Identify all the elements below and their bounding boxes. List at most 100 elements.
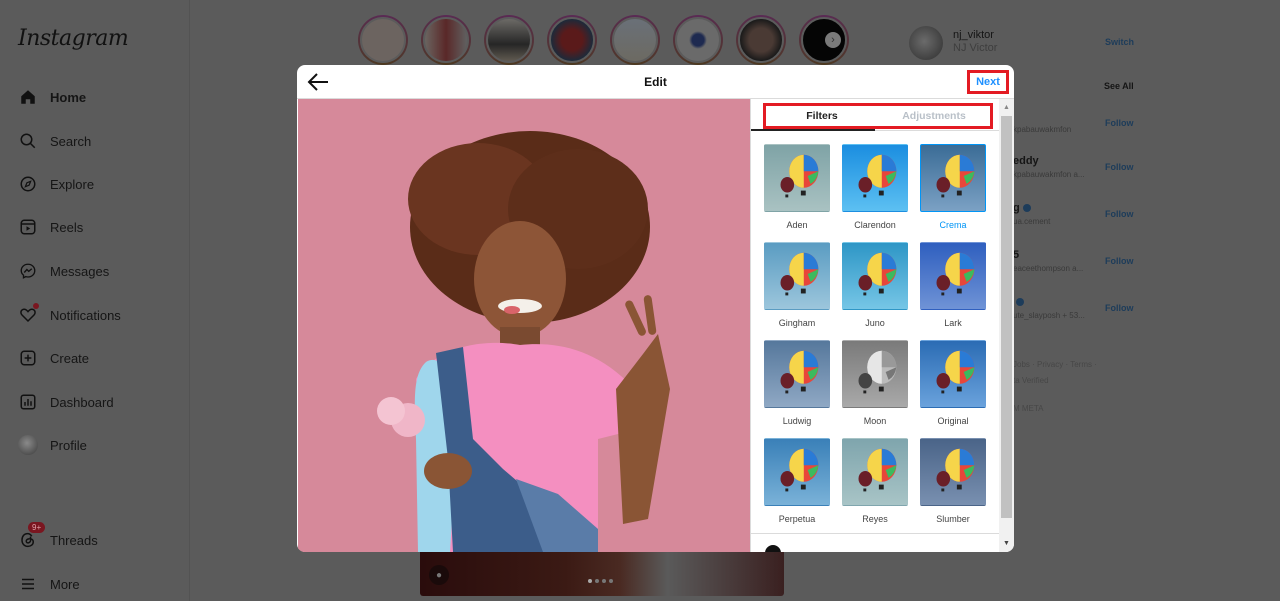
tab-filters[interactable]: Filters	[766, 106, 878, 126]
filter-option-gingham[interactable]: Gingham	[764, 242, 830, 340]
follow-button[interactable]: Follow	[1105, 303, 1134, 313]
sidebar-item-dashboard[interactable]: Dashboard	[18, 390, 114, 414]
avatar-icon	[18, 435, 38, 455]
story-avatar[interactable]	[673, 15, 723, 65]
filter-thumbnail	[842, 242, 908, 310]
footer-links[interactable]: Jobs · Privacy · Terms ·	[1013, 360, 1097, 369]
story-avatar[interactable]	[736, 15, 786, 65]
filter-strength-slider[interactable]	[765, 545, 781, 552]
notification-dot	[33, 303, 39, 309]
scroll-up-arrow-icon[interactable]: ▲	[1002, 103, 1011, 112]
story-avatar[interactable]	[484, 15, 534, 65]
sidebar-item-threads[interactable]: 9+ Threads	[18, 522, 98, 552]
filter-thumbnail	[920, 438, 986, 506]
messenger-icon	[18, 261, 38, 281]
filter-label: Perpetua	[778, 514, 816, 524]
user-tag-icon[interactable]: ●	[429, 565, 449, 585]
sidebar-item-label: Search	[50, 133, 92, 149]
filter-option-crema[interactable]: Crema	[920, 144, 986, 242]
sidebar-item-explore[interactable]: Explore	[18, 172, 94, 196]
filter-label: Moon	[863, 416, 887, 426]
sidebar-item-label: Notifications	[50, 307, 121, 323]
home-icon	[18, 87, 38, 107]
suggestion-name[interactable]: eddy	[1013, 155, 1039, 167]
filter-label: Clarendon	[854, 220, 896, 230]
filter-option-juno[interactable]: Juno	[842, 242, 908, 340]
sidebar-item-label: Create	[50, 350, 90, 366]
current-full-name: NJ Victor	[953, 42, 998, 54]
filter-option-moon[interactable]: Moon	[842, 340, 908, 438]
switch-account-link[interactable]: Switch	[1105, 37, 1134, 47]
follow-button[interactable]: Follow	[1105, 162, 1134, 172]
suggestion-subtitle: kpabauwakmfon	[1013, 125, 1072, 134]
filter-thumbnail	[842, 438, 908, 506]
filter-option-reyes[interactable]: Reyes	[842, 438, 908, 536]
follow-button[interactable]: Follow	[1105, 209, 1134, 219]
hot-air-balloon-image	[780, 252, 819, 296]
filter-option-lark[interactable]: Lark	[920, 242, 986, 340]
sidebar-item-search[interactable]: Search	[18, 129, 91, 153]
scrollbar-thumb[interactable]	[1001, 116, 1012, 518]
filter-option-original[interactable]: Original	[920, 340, 986, 438]
hot-air-balloon-image	[780, 350, 819, 394]
scrollbar[interactable]: ▲ ▼	[999, 99, 1014, 552]
filter-label: Ludwig	[782, 416, 812, 426]
filter-option-slumber[interactable]: Slumber	[920, 438, 986, 536]
edit-modal: Edit Next Filters Adjustments Aden Clare…	[297, 65, 1014, 552]
current-username[interactable]: nj_viktor	[953, 29, 994, 41]
sidebar-item-label: Home	[50, 89, 87, 105]
hot-air-balloon-image	[936, 350, 975, 394]
sidebar-item-messages[interactable]: Messages	[18, 259, 109, 283]
sidebar-item-reels[interactable]: Reels	[18, 215, 83, 239]
story-avatar[interactable]	[421, 15, 471, 65]
feed-post-image: ●	[420, 552, 784, 596]
filter-thumbnail	[920, 340, 986, 408]
sidebar-item-more[interactable]: More	[18, 572, 80, 596]
sidebar-item-label: Threads	[50, 532, 98, 548]
chevron-right-icon[interactable]: ›	[825, 32, 841, 48]
story-avatar[interactable]	[547, 15, 597, 65]
filter-option-aden[interactable]: Aden	[764, 144, 830, 242]
filter-thumbnail	[764, 242, 830, 310]
sidebar-item-notifications[interactable]: Notifications	[18, 303, 121, 327]
stories-bar: ›	[358, 15, 849, 65]
verified-badge-icon	[1016, 298, 1024, 307]
sidebar-item-label: Dashboard	[50, 394, 114, 410]
next-button[interactable]: Next	[967, 70, 1009, 94]
suggestion-subtitle: ua.cement	[1013, 217, 1051, 226]
tab-adjustments[interactable]: Adjustments	[878, 106, 990, 126]
hot-air-balloon-image	[936, 252, 975, 296]
suggestion-name[interactable]: g	[1013, 202, 1020, 214]
verified-badge-icon	[1022, 204, 1031, 213]
see-all-link[interactable]: See All	[1104, 81, 1134, 91]
story-avatar[interactable]	[610, 15, 660, 65]
follow-button[interactable]: Follow	[1105, 256, 1134, 266]
scroll-down-arrow-icon[interactable]: ▼	[1002, 539, 1011, 548]
filter-thumbnail	[764, 438, 830, 506]
search-icon	[18, 131, 38, 151]
filter-label: Aden	[786, 220, 808, 230]
hot-air-balloon-image	[858, 350, 897, 394]
follow-button[interactable]: Follow	[1105, 118, 1134, 128]
sidebar-item-home[interactable]: Home	[18, 85, 86, 109]
sidebar-item-create[interactable]: Create	[18, 346, 89, 370]
suggestion-subtitle: ute_slayposh + 53...	[1013, 311, 1085, 320]
filter-grid: Aden Clarendon Crema Gingham Juno Lark Ludwig M…	[764, 144, 986, 536]
hot-air-balloon-image	[858, 252, 897, 296]
photo-preview	[298, 99, 750, 552]
filter-label: Lark	[944, 318, 962, 328]
active-tab-indicator	[751, 129, 875, 131]
menu-icon	[18, 574, 38, 594]
threads-badge: 9+	[28, 522, 46, 533]
current-user-avatar[interactable]	[909, 26, 943, 60]
filter-option-perpetua[interactable]: Perpetua	[764, 438, 830, 536]
instagram-logo[interactable]: Instagram	[18, 26, 129, 51]
filter-option-clarendon[interactable]: Clarendon	[842, 144, 908, 242]
filter-label: Gingham	[778, 318, 816, 328]
story-avatar[interactable]: ›	[799, 15, 849, 65]
hot-air-balloon-image	[936, 154, 975, 198]
story-avatar[interactable]	[358, 15, 408, 65]
filter-option-ludwig[interactable]: Ludwig	[764, 340, 830, 438]
sidebar-item-profile[interactable]: Profile	[18, 433, 87, 457]
plus-square-icon	[18, 348, 38, 368]
